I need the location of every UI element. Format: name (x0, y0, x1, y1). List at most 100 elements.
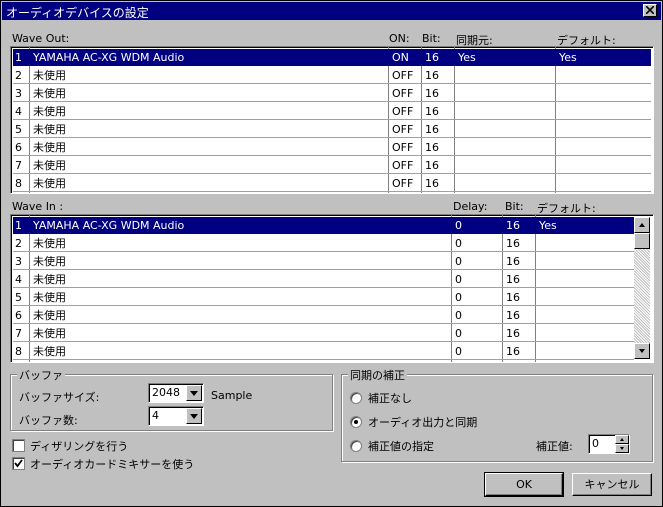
wave-out-cell-on: OFF (392, 177, 414, 190)
wave-in-row[interactable]: 4 未使用 0 16 (13, 271, 634, 288)
wave-in-label: Wave In : (12, 200, 64, 213)
wave-in-cell-num: 4 (15, 273, 22, 286)
wave-in-cell-delay: 0 (455, 327, 462, 340)
wave-in-cell-bit: 16 (506, 219, 520, 232)
scroll-up-button[interactable] (634, 217, 650, 233)
wave-out-row[interactable]: 6 未使用 OFF 16 (13, 139, 651, 156)
wave-in-cell-delay: 0 (455, 291, 462, 304)
wave-out-cell-name: 未使用 (33, 177, 66, 190)
wave-out-header-on: ON: (389, 32, 410, 45)
wave-out-cell-default (557, 175, 651, 192)
radio-correction-value[interactable] (350, 440, 362, 452)
close-icon (646, 6, 654, 14)
buffer-count-value: 4 (152, 409, 159, 422)
wave-out-cell-default (557, 139, 651, 156)
wave-out-cell-name: 未使用 (33, 105, 66, 118)
wave-in-cell-default: Yes (539, 219, 557, 232)
wave-in-row[interactable]: 8 未使用 0 16 (13, 343, 634, 360)
wave-out-row[interactable]: 2 未使用 OFF 16 (13, 67, 651, 84)
wave-out-cell-name: YAMAHA AC-XG WDM Audio (33, 51, 185, 64)
wave-in-cell-num: 3 (15, 255, 22, 268)
wave-in-cell-name: 未使用 (33, 327, 66, 340)
wave-out-cell-name: 未使用 (33, 69, 66, 82)
wave-out-cell-on: OFF (392, 159, 414, 172)
wave-in-cell-name: 未使用 (33, 237, 66, 250)
wave-in-row[interactable]: 2 未使用 0 16 (13, 235, 634, 252)
wave-in-list[interactable]: 1 YAMAHA AC-XG WDM Audio 0 16 Yes 2 未使用 0 16 3 未使用… (10, 214, 654, 363)
wave-in-cell-delay: 0 (455, 309, 462, 322)
wave-in-cell-num: 2 (15, 237, 22, 250)
ok-button[interactable]: OK (484, 472, 564, 497)
wave-in-cell-default (537, 271, 633, 288)
wave-out-cell-name: 未使用 (33, 123, 66, 136)
mixer-checkbox[interactable] (12, 457, 25, 470)
wave-out-cell-default (557, 121, 651, 138)
buffer-size-dropdown[interactable]: 2048 (148, 383, 204, 403)
wave-out-cell-default (557, 103, 651, 120)
wave-in-cell-num: 5 (15, 291, 22, 304)
wave-out-row[interactable]: 4 未使用 OFF 16 (13, 103, 651, 120)
wave-out-cell-num: 8 (15, 177, 22, 190)
wave-out-cell-bit: 16 (425, 177, 439, 190)
wave-in-row[interactable]: 6 未使用 0 16 (13, 307, 634, 324)
correction-value: 0 (592, 437, 599, 450)
wave-in-cell-name: 未使用 (33, 273, 66, 286)
buffer-size-dropdown-button[interactable] (186, 385, 202, 401)
wave-out-cell-num: 6 (15, 141, 22, 154)
wave-out-row[interactable]: 8 未使用 OFF 16 (13, 175, 651, 192)
wave-in-header-bit: Bit: (505, 200, 524, 213)
wave-in-scrollbar[interactable] (634, 217, 650, 359)
wave-out-cell-sync (456, 157, 557, 174)
scroll-thumb[interactable] (634, 233, 650, 249)
wave-out-cell-default (557, 157, 651, 174)
checkmark-icon (14, 459, 23, 468)
wave-in-header-delay: Delay: (453, 200, 488, 213)
radio-correction-value-label: 補正値の指定 (368, 440, 434, 453)
wave-out-cell-sync (456, 85, 557, 102)
wave-in-cell-name: 未使用 (33, 291, 66, 304)
buffer-count-dropdown[interactable]: 4 (148, 406, 204, 426)
wave-in-row[interactable]: 7 未使用 0 16 (13, 325, 634, 342)
wave-out-list[interactable]: 1 YAMAHA AC-XG WDM Audio ON 16 Yes Yes 2 未使用 OFF… (10, 46, 654, 194)
wave-out-cell-bit: 16 (425, 69, 439, 82)
wave-in-cell-delay: 0 (455, 255, 462, 268)
wave-in-row[interactable]: 1 YAMAHA AC-XG WDM Audio 0 16 Yes (13, 217, 634, 234)
wave-in-cell-bit: 16 (506, 309, 520, 322)
wave-in-cell-bit: 16 (506, 237, 520, 250)
wave-in-cell-default (537, 325, 633, 342)
wave-out-cell-num: 3 (15, 87, 22, 100)
spin-down-icon (620, 447, 624, 450)
dither-checkbox[interactable] (12, 439, 25, 452)
wave-out-cell-name: 未使用 (33, 159, 66, 172)
correction-value-spinner[interactable]: 0 (588, 434, 630, 454)
wave-out-cell-num: 5 (15, 123, 22, 136)
wave-in-row[interactable]: 5 未使用 0 16 (13, 289, 634, 306)
wave-out-row[interactable]: 5 未使用 OFF 16 (13, 121, 651, 138)
buffer-size-unit: Sample (211, 389, 253, 402)
dither-label: ディザリングを行う (30, 440, 129, 453)
buffer-size-label: バッファサイズ: (19, 391, 100, 404)
spin-down-button[interactable] (615, 444, 629, 453)
scroll-down-button[interactable] (634, 343, 650, 359)
close-button[interactable] (643, 4, 657, 17)
radio-no-correction[interactable] (350, 392, 362, 404)
wave-out-cell-on: OFF (392, 69, 414, 82)
wave-in-cell-bit: 16 (506, 291, 520, 304)
cancel-button[interactable]: キャンセル (572, 473, 652, 496)
radio-sync-audio-output[interactable] (350, 416, 362, 428)
wave-in-cell-name: YAMAHA AC-XG WDM Audio (33, 219, 185, 232)
wave-in-cell-bit: 16 (506, 273, 520, 286)
buffer-count-dropdown-button[interactable] (186, 408, 202, 424)
wave-in-cell-num: 6 (15, 309, 22, 322)
wave-in-cell-bit: 16 (506, 327, 520, 340)
wave-out-cell-name: 未使用 (33, 141, 66, 154)
buffer-group-title: バッファ (17, 367, 65, 383)
radio-no-correction-label: 補正なし (368, 392, 412, 405)
wave-out-row[interactable]: 1 YAMAHA AC-XG WDM Audio ON 16 Yes Yes (13, 49, 651, 66)
wave-out-row[interactable]: 7 未使用 OFF 16 (13, 157, 651, 174)
title-bar: オーディオデバイスの設定 (2, 2, 661, 20)
wave-out-cell-num: 2 (15, 69, 22, 82)
wave-out-row[interactable]: 3 未使用 OFF 16 (13, 85, 651, 102)
wave-in-row[interactable]: 3 未使用 0 16 (13, 253, 634, 270)
spin-up-button[interactable] (615, 435, 629, 444)
